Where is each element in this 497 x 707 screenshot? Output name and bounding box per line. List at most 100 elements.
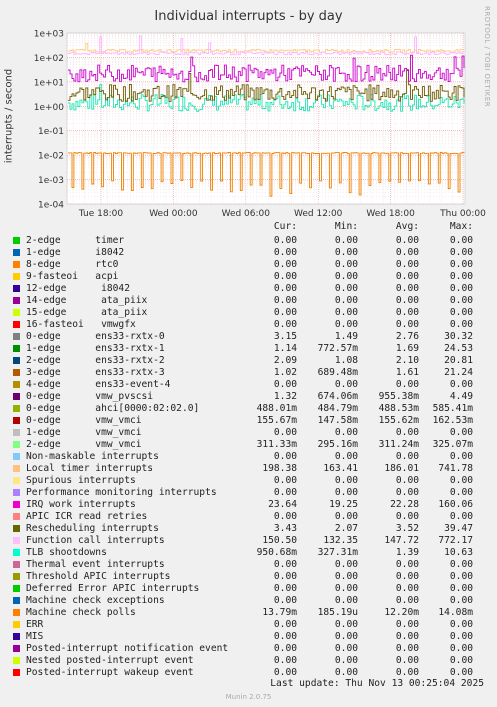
legend-swatch [13,657,20,664]
legend-cur-value: 0.00 [273,655,297,666]
legend-min-value: 0.00 [334,259,358,270]
legend-label: 2-edge timer [26,235,125,246]
legend-label: 1-edge vmw_vmci [26,427,142,438]
legend-row: APIC ICR read retries 0.00 0.00 0.00 0.00 [0,511,497,523]
legend-swatch [13,369,20,376]
y-tick-label: 1e+02 [34,54,64,64]
legend-avg-value: 0.00 [395,571,419,582]
legend-max-value: 4.49 [449,391,473,402]
legend-avg-value: 155.62m [378,415,419,426]
legend-cur-value: 0.00 [273,619,297,630]
legend-label: Rescheduling interrupts [26,523,159,534]
legend-max-value: 21.24 [444,367,473,378]
legend-max-value: 160.06 [438,499,473,510]
legend-min-value: 163.41 [323,463,358,474]
legend-min-value: 0.00 [334,619,358,630]
legend-max-value: 0.00 [449,235,473,246]
x-tick-label: Wed 06:00 [222,209,271,219]
legend-min-value: 0.00 [334,571,358,582]
x-tick-label: Tue 18:00 [78,209,123,219]
legend-min-value: 0.00 [334,583,358,594]
legend-label: 12-edge i8042 [26,283,130,294]
legend-max-value: 20.81 [444,355,473,366]
legend-label: 0-edge ahci[0000:02:02.0] [26,403,200,414]
legend-min-value: 0.00 [334,283,358,294]
munin-version: Munin 2.0.75 [225,693,272,701]
y-tick-label: 1e-01 [38,127,64,137]
legend-row: Deferred Error APIC interrupts 0.00 0.00 0.… [0,583,497,595]
legend-cur-value: 0.00 [273,379,297,390]
legend-avg-value: 0.00 [395,247,419,258]
legend-max-value: 30.32 [444,331,473,342]
legend-min-value: 689.48m [317,367,358,378]
legend-cur-value: 0.00 [273,271,297,282]
legend-max-value: 0.00 [449,655,473,666]
legend-cur-value: 155.67m [256,415,297,426]
legend-min-value: 147.58m [317,415,358,426]
last-update: Last update: Thu Nov 13 00:25:04 2025 [270,678,484,689]
legend-cur-value: 0.00 [273,307,297,318]
legend-cur-value: 3.43 [273,523,297,534]
legend-label: APIC ICR read retries [26,511,148,522]
legend-cur-value: 0.00 [273,487,297,498]
legend-cur-value: 0.00 [273,643,297,654]
legend-max-value: 0.00 [449,259,473,270]
legend-min-value: 0.00 [334,271,358,282]
legend-label: 1-edge ens33-rxtx-1 [26,343,165,354]
legend-cur-value: 0.00 [273,319,297,330]
legend-swatch [13,441,20,448]
legend-row: 0-edge vmw_pvscsi 1.32 674.06m 955.38m 4.49 [0,391,497,403]
legend-row: 1-edge ens33-rxtx-1 1.14 772.57m 1.69 24.53 [0,343,497,355]
legend-min-value: 772.57m [317,343,358,354]
legend-max-value: 0.00 [449,271,473,282]
legend-swatch [13,489,20,496]
legend-max-value: 10.63 [444,547,473,558]
legend-max-value: 0.00 [449,379,473,390]
legend-swatch [13,429,20,436]
legend-label: 8-edge rtc0 [26,259,119,270]
legend-cur-value: 1.02 [273,367,297,378]
legend-swatch [13,453,20,460]
legend-avg-value: 22.28 [390,499,419,510]
legend-swatch [13,237,20,244]
legend-swatch [13,597,20,604]
legend-label: Thermal event interrupts [26,559,165,570]
legend-row: 2-edge ens33-rxtx-2 2.09 1.08 2.10 20.81 [0,355,497,367]
legend-avg-value: 3.52 [395,523,419,534]
y-tick-label: 1e-04 [38,201,64,211]
legend-header: Cur: Min: Avg: Max: [0,221,497,233]
y-tick-label: 1e-02 [38,152,64,162]
legend-min-value: 132.35 [323,535,358,546]
legend-row: Rescheduling interrupts 3.43 2.07 3.52 39.47 [0,523,497,535]
legend-min-value: 0.00 [334,475,358,486]
header-min: Min: [334,221,358,232]
legend-avg-value: 311.24m [378,439,419,450]
legend-max-value: 0.00 [449,475,473,486]
legend-max-value: 14.08m [438,607,473,618]
legend-swatch [13,585,20,592]
legend-row: Thermal event interrupts 0.00 0.00 0.00 0.00 [0,559,497,571]
legend-row: 9-fasteoi acpi 0.00 0.00 0.00 0.00 [0,271,497,283]
legend-cur-value: 0.00 [273,595,297,606]
legend-avg-value: 147.72 [384,535,419,546]
legend-label: 0-edge ens33-rxtx-0 [26,331,165,342]
y-tick-labels: 1e+03 1e+02 1e+01 1e+00 1e-01 1e-02 1e-03 1e-04 [34,30,65,211]
legend-avg-value: 0.00 [395,583,419,594]
legend-row: 1-edge vmw_vmci 0.00 0.00 0.00 0.00 [0,427,497,439]
legend-avg-value: 488.53m [378,403,419,414]
legend-avg-value: 186.01 [384,463,419,474]
legend-min-value: 327.31m [317,547,358,558]
legend-cur-value: 198.38 [262,463,297,474]
legend-label: Non-maskable interrupts [26,451,159,462]
legend-max-value: 0.00 [449,307,473,318]
legend-cur-value: 150.50 [262,535,297,546]
legend-label: Local timer interrupts [26,463,154,474]
legend-min-value: 0.00 [334,631,358,642]
legend-label: IRQ work interrupts [26,499,136,510]
legend-label: 2-edge ens33-rxtx-2 [26,355,165,366]
legend-swatch [13,621,20,628]
legend-max-value: 0.00 [449,559,473,570]
legend-swatch [13,393,20,400]
legend-cur-value: 488.01m [256,403,297,414]
legend-swatch [13,669,20,676]
